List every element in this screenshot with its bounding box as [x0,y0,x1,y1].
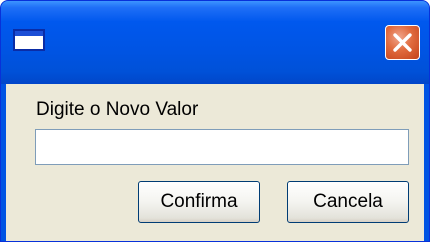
close-x-icon [393,33,412,52]
dialog-body: Digite o Novo Valor Confirma Cancela [6,84,424,241]
close-button[interactable] [385,25,420,60]
cancel-button[interactable]: Cancela [287,181,409,223]
window-icon [13,29,45,51]
dialog-window: Digite o Novo Valor Confirma Cancela [0,0,430,242]
title-bar[interactable] [1,1,429,84]
confirm-button[interactable]: Confirma [138,181,260,223]
window-border-right [424,84,429,241]
new-value-input[interactable] [35,129,409,165]
prompt-label: Digite o Novo Valor [36,99,199,120]
